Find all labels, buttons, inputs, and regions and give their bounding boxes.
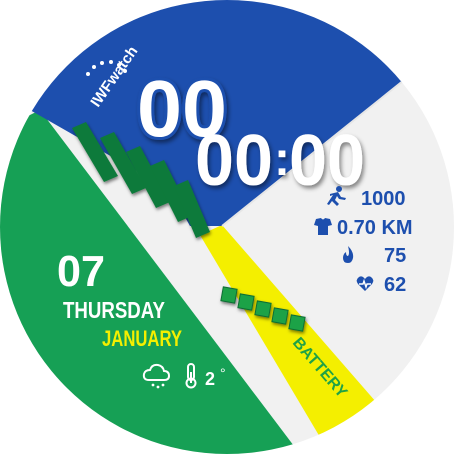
minutes-text: 00: [195, 121, 273, 201]
battery-segment: [220, 286, 238, 304]
heart-rate-value: 62: [384, 274, 406, 296]
battery-segment: [237, 293, 255, 311]
temperature-unit: °: [220, 365, 226, 381]
steps-value: 1000: [361, 188, 406, 210]
month-text: JANUARY: [102, 326, 182, 351]
battery-segment: [271, 307, 289, 325]
calories-value: 75: [384, 245, 406, 267]
seconds-text: 00: [289, 121, 365, 201]
temperature-value: 2: [205, 369, 215, 389]
day-number: 07: [57, 247, 105, 296]
distance-value: 0.70 KM: [337, 217, 413, 239]
battery-segment: [288, 314, 306, 332]
weekday-text: THURSDAY: [63, 297, 165, 323]
watch-face: IWFwatch 00 00 00 : 00 1000 0.70 KM 75: [0, 0, 454, 454]
battery-segment: [254, 300, 272, 318]
time-colon: :: [274, 133, 290, 186]
